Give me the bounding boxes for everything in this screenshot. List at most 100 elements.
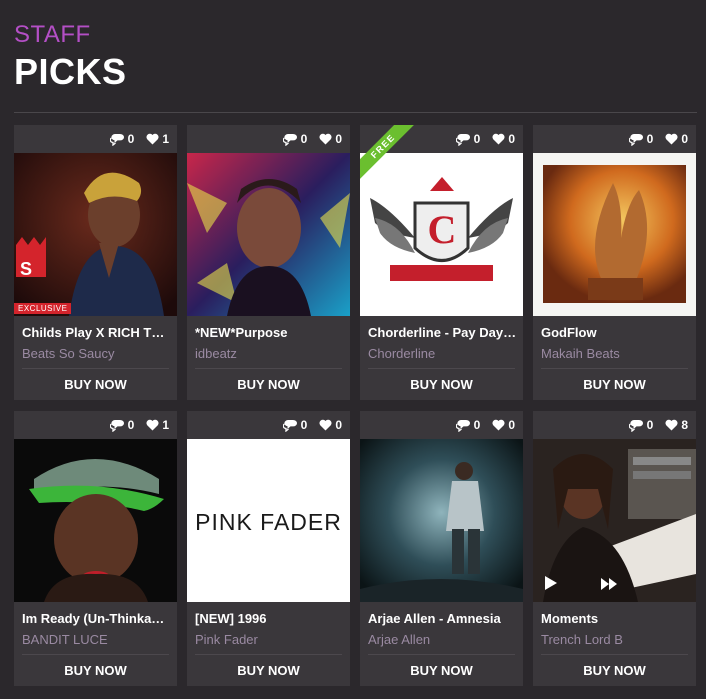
- likes-stat[interactable]: 0: [665, 132, 688, 146]
- likes-stat[interactable]: 8: [665, 418, 688, 432]
- card-stats: 0 8: [628, 417, 688, 433]
- like-count: 0: [335, 418, 342, 432]
- beat-author[interactable]: Pink Fader: [195, 632, 345, 647]
- cover-art[interactable]: [533, 153, 696, 316]
- like-count: 1: [162, 418, 169, 432]
- comment-count: 0: [300, 132, 308, 146]
- like-count: 0: [508, 132, 515, 146]
- card-stats: 0 1: [109, 417, 169, 433]
- section-header: STAFF PICKS: [14, 22, 127, 92]
- likes-stat[interactable]: 1: [146, 418, 169, 432]
- cover-art[interactable]: [360, 439, 523, 602]
- beat-card[interactable]: 0 8 Moments Trench Lord B BUY NOW: [533, 411, 696, 686]
- comments-stat[interactable]: 0: [109, 132, 134, 146]
- beat-card[interactable]: 0 1 S EXCLUSIVE Childs Play X RICH THE K…: [14, 125, 177, 400]
- comment-count: 0: [473, 132, 481, 146]
- card-divider: [368, 368, 515, 369]
- svg-text:C: C: [428, 207, 457, 252]
- svg-text:S: S: [20, 259, 32, 279]
- fast-forward-icon[interactable]: [601, 578, 617, 590]
- card-stats: 0 0: [455, 131, 515, 147]
- beat-card[interactable]: 0 1 Im Ready (Un-Thinkable) BANDIT LUCE …: [14, 411, 177, 686]
- beat-card[interactable]: 0 0 C FREE Chorderline - Pay Day (Prod.)…: [360, 125, 523, 400]
- beat-author[interactable]: Chorderline: [368, 346, 518, 361]
- card-stats: 0 0: [282, 131, 342, 147]
- comments-stat[interactable]: 0: [109, 418, 135, 432]
- cover-art[interactable]: S EXCLUSIVE: [14, 153, 177, 316]
- header-staff-label: STAFF: [14, 21, 91, 48]
- cover-art[interactable]: [14, 439, 177, 602]
- beat-author[interactable]: BANDIT LUCE: [22, 632, 172, 647]
- beat-author[interactable]: Arjae Allen: [368, 632, 518, 647]
- card-stats: 0 0: [455, 417, 515, 433]
- comments-stat[interactable]: 0: [628, 418, 653, 432]
- card-stats: 0 0: [282, 417, 342, 433]
- beat-title[interactable]: [NEW] 1996: [195, 611, 345, 626]
- beat-title[interactable]: *NEW*Purpose: [195, 325, 345, 340]
- buy-now-button[interactable]: BUY NOW: [14, 663, 177, 678]
- buy-now-button[interactable]: BUY NOW: [187, 663, 350, 678]
- cover-art[interactable]: [187, 153, 350, 316]
- beat-title[interactable]: Im Ready (Un-Thinkable): [22, 611, 172, 626]
- beat-card[interactable]: 0 0 GodFlow Makaih Beats BUY NOW: [533, 125, 696, 400]
- comment-count: 0: [473, 418, 481, 432]
- heart-icon: [492, 419, 505, 431]
- comment-icon: [109, 133, 124, 146]
- card-divider: [22, 654, 169, 655]
- buy-now-button[interactable]: BUY NOW: [533, 663, 696, 678]
- beat-author[interactable]: Makaih Beats: [541, 346, 691, 361]
- card-divider: [195, 654, 342, 655]
- comments-stat[interactable]: 0: [282, 132, 308, 146]
- like-count: 1: [162, 132, 169, 146]
- beat-card[interactable]: 0 0 PINK FADER [NEW] 1996 Pink Fader BUY…: [187, 411, 350, 686]
- beat-title[interactable]: Arjae Allen - Amnesia: [368, 611, 518, 626]
- heart-icon: [665, 133, 678, 145]
- beat-author[interactable]: idbeatz: [195, 346, 345, 361]
- comments-stat[interactable]: 0: [628, 132, 653, 146]
- comments-stat[interactable]: 0: [282, 418, 308, 432]
- beat-title[interactable]: Moments: [541, 611, 691, 626]
- beat-title[interactable]: Childs Play X RICH THE KID Type Beat: [22, 325, 172, 340]
- buy-now-button[interactable]: BUY NOW: [360, 663, 523, 678]
- buy-now-button[interactable]: BUY NOW: [14, 377, 177, 392]
- beat-card[interactable]: 0 0 Arjae Allen - Amnesia Arjae Allen BU…: [360, 411, 523, 686]
- card-divider: [195, 368, 342, 369]
- card-stats: 0 1: [109, 131, 169, 147]
- card-divider: [541, 368, 688, 369]
- likes-stat[interactable]: 1: [146, 132, 169, 146]
- likes-stat[interactable]: 0: [492, 418, 515, 432]
- buy-now-button[interactable]: BUY NOW: [187, 377, 350, 392]
- cover-art[interactable]: PINK FADER: [187, 439, 350, 602]
- beat-author[interactable]: Trench Lord B: [541, 632, 691, 647]
- exclusive-badge: EXCLUSIVE: [14, 303, 72, 314]
- heart-icon: [319, 419, 332, 431]
- like-count: 0: [508, 418, 515, 432]
- comment-icon: [455, 133, 470, 146]
- header-divider: [14, 112, 697, 113]
- comments-stat[interactable]: 0: [455, 418, 481, 432]
- buy-now-button[interactable]: BUY NOW: [360, 377, 523, 392]
- buy-now-button[interactable]: BUY NOW: [533, 377, 696, 392]
- comment-count: 0: [127, 418, 135, 432]
- heart-icon: [319, 133, 332, 145]
- play-icon[interactable]: [545, 576, 557, 590]
- header-picks-label: PICKS: [14, 51, 127, 92]
- beat-card[interactable]: 0 0 *NEW*Purpose idbeatz BUY NOW: [187, 125, 350, 400]
- like-count: 0: [681, 132, 688, 146]
- comment-count: 0: [300, 418, 308, 432]
- free-ribbon: FREE: [360, 125, 420, 185]
- beat-author[interactable]: Beats So Saucy: [22, 346, 172, 361]
- card-divider: [22, 368, 169, 369]
- likes-stat[interactable]: 0: [319, 132, 342, 146]
- beat-title[interactable]: Chorderline - Pay Day (Prod.): [368, 325, 518, 340]
- comment-icon: [628, 419, 643, 432]
- heart-icon: [492, 133, 505, 145]
- likes-stat[interactable]: 0: [319, 418, 342, 432]
- card-divider: [368, 654, 515, 655]
- card-stats: 0 0: [628, 131, 688, 147]
- cover-art[interactable]: [533, 439, 696, 602]
- comments-stat[interactable]: 0: [455, 132, 481, 146]
- beat-title[interactable]: GodFlow: [541, 325, 691, 340]
- likes-stat[interactable]: 0: [492, 132, 515, 146]
- comment-icon: [455, 419, 470, 432]
